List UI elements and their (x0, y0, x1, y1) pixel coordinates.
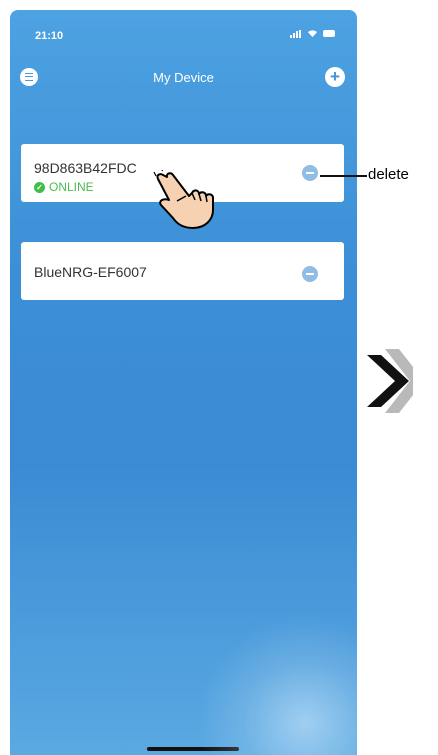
device-card[interactable]: BlueNRG-EF6007 (21, 242, 344, 300)
wifi-icon (307, 30, 318, 38)
delete-annotation-label: delete (368, 166, 409, 183)
add-device-button[interactable]: + (325, 67, 345, 87)
status-time: 21:10 (35, 30, 64, 42)
delete-button[interactable] (302, 165, 318, 181)
signal-icon (290, 29, 302, 38)
phone-screen: 21:10 My Device + 98D863B42FDC ✓ ONLINE … (10, 10, 357, 755)
header: My Device + (10, 62, 357, 92)
status-bar: 21:10 (10, 10, 357, 44)
status-text: ONLINE (49, 180, 94, 194)
device-name: BlueNRG-EF6007 (34, 264, 147, 280)
home-indicator (147, 747, 239, 751)
check-icon: ✓ (34, 181, 45, 193)
pointing-hand-icon (153, 170, 214, 229)
annotation-line (320, 175, 367, 177)
next-arrow-icon (367, 349, 413, 413)
status-icons (290, 29, 335, 38)
device-name: 98D863B42FDC (34, 160, 137, 176)
device-status: ✓ ONLINE (34, 180, 94, 194)
delete-button[interactable] (302, 266, 318, 282)
page-title: My Device (153, 70, 214, 85)
battery-icon (323, 30, 335, 37)
